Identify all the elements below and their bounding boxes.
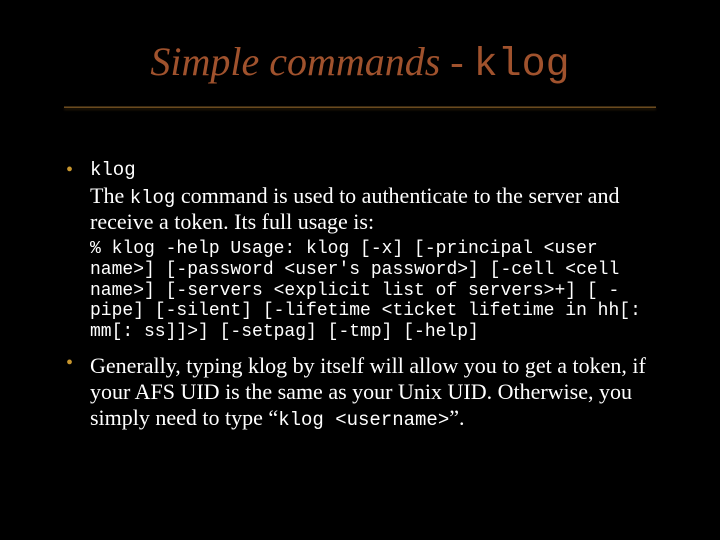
bullet-klog-desc: The klog command is used to authenticate… [90, 183, 656, 235]
bullet-general: Generally, typing klog by itself will al… [64, 353, 656, 433]
bullet-list: klog The klog command is used to authent… [64, 160, 656, 432]
general-text-after: ”. [449, 405, 464, 430]
bullet-klog: klog The klog command is used to authent… [64, 160, 656, 343]
slide-body: klog The klog command is used to authent… [64, 160, 656, 442]
desc-text-1: The [90, 183, 130, 208]
bullet-klog-head: klog [90, 160, 656, 181]
slide: Simple commands - klog klog The klog com… [0, 0, 720, 540]
bullet-general-text: Generally, typing klog by itself will al… [90, 353, 656, 433]
title-prefix: Simple commands - [150, 39, 473, 84]
title-command: klog [474, 43, 570, 88]
general-mono: klog <username> [278, 409, 449, 431]
title-underline [64, 106, 656, 108]
desc-mono: klog [130, 187, 176, 209]
slide-title: Simple commands - klog [0, 38, 720, 88]
klog-usage-block: % klog -help Usage: klog [-x] [-principa… [90, 239, 656, 342]
